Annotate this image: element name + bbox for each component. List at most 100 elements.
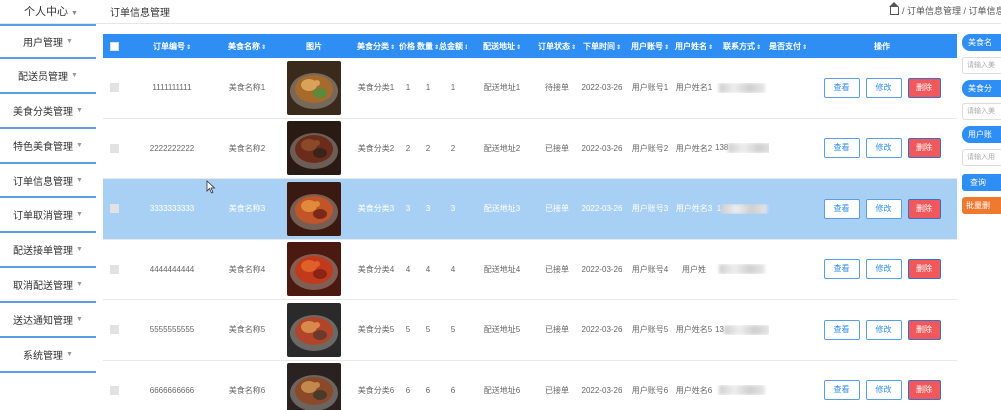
column-header[interactable]: 用户账号⇕	[627, 41, 673, 52]
row-checkbox[interactable]	[109, 143, 119, 153]
contact-phone: 13	[715, 324, 769, 335]
search-panel: 美食名 请输入美 美食分 请输入美 用户账 请输入用 查询 批量删	[962, 34, 1001, 410]
column-header[interactable]: 联系方式⇕	[715, 41, 769, 52]
food-image	[287, 121, 341, 176]
table-row[interactable]: 6666666666 美食名称6 美食分类6 6 6 6 配送地址6 已接单 2022-03-2…	[103, 360, 957, 410]
sidebar-item[interactable]: 特色美食管理 ▼	[0, 129, 96, 164]
sidebar-item[interactable]: 配送员管理 ▼	[0, 59, 96, 94]
column-header-label: 价格	[399, 41, 415, 51]
sort-icon[interactable]: ⇕	[390, 45, 395, 51]
delete-button[interactable]: 删除	[907, 198, 941, 219]
column-header[interactable]: 下单时间⇕	[577, 41, 627, 52]
table-row[interactable]: 1111111111 美食名称1 美食分类1 1 1 1 配送地址1 待接单 2022-03-2…	[103, 58, 957, 119]
view-button[interactable]: 查看	[823, 77, 860, 98]
row-checkbox[interactable]	[109, 325, 119, 335]
chevron-down-icon: ▼	[71, 71, 78, 79]
row-checkbox[interactable]	[109, 264, 119, 274]
sidebar-item[interactable]: 用户管理 ▼	[0, 24, 96, 59]
row-checkbox[interactable]	[109, 204, 119, 214]
sort-icon[interactable]: ⇕	[708, 45, 713, 51]
user-account-input[interactable]: 请输入用	[962, 149, 1001, 166]
batch-delete-button[interactable]: 批量删	[962, 197, 1001, 214]
column-header[interactable]: 订单状态⇕	[537, 41, 577, 52]
sidebar-item[interactable]: 配送接单管理 ▼	[0, 233, 96, 269]
edit-button[interactable]: 修改	[865, 380, 902, 401]
sidebar-item[interactable]: 订单取消管理 ▼	[0, 198, 96, 234]
edit-button[interactable]: 修改	[865, 259, 902, 280]
column-header[interactable]: 配送地址⇕	[467, 41, 537, 52]
total-amount: 1	[450, 83, 456, 93]
delete-button[interactable]: 删除	[907, 138, 941, 159]
sidebar-item[interactable]: 美食分类管理 ▼	[0, 94, 96, 129]
sort-icon[interactable]: ⇕	[186, 45, 191, 51]
table-row[interactable]: 2222222222 美食名称2 美食分类2 2 2 2 配送地址2 已接单 2022-03-2…	[103, 118, 957, 179]
select-all-checkbox[interactable]	[109, 41, 119, 51]
column-header[interactable]: 数量⇕	[417, 41, 439, 52]
sidebar-item-label: 系统管理	[23, 350, 64, 362]
food-image-cell	[275, 302, 353, 357]
sidebar-item[interactable]: 取消配送管理 ▼	[0, 268, 96, 304]
view-button[interactable]: 查看	[823, 380, 860, 401]
total-amount: 5	[450, 325, 456, 335]
delete-button[interactable]: 删除	[907, 259, 941, 280]
column-header[interactable]: 美食分类⇕	[353, 41, 399, 52]
sidebar-item-label: 送达通知管理	[13, 316, 74, 328]
user-account: 用户账号5	[631, 325, 669, 335]
column-header-label: 配送地址	[482, 41, 515, 51]
sort-icon[interactable]: ⇕	[756, 45, 761, 51]
user-center-menu[interactable]: 个人中心 ▼	[24, 3, 78, 19]
view-button[interactable]: 查看	[823, 319, 860, 340]
edit-button[interactable]: 修改	[865, 319, 902, 340]
table-row[interactable]: 5555555555 美食名称5 美食分类5 5 5 5 配送地址5 已接单 2022-03-2…	[103, 300, 957, 361]
column-header[interactable]: 美食名称⇕	[219, 41, 275, 52]
sidebar-item[interactable]: 订单信息管理 ▼	[0, 164, 96, 199]
contact-phone: 138	[715, 143, 769, 154]
row-checkbox[interactable]	[109, 83, 119, 93]
column-header[interactable]: 是否支付⇕	[769, 41, 807, 52]
sidebar-item[interactable]: 系统管理 ▼	[0, 338, 96, 373]
column-header-label: 用户姓名	[674, 41, 707, 51]
table-row[interactable]: 3333333333 美食名称3 美食分类3 3 3 3 配送地址3 已接单 2022-03-2…	[103, 179, 957, 240]
view-button[interactable]: 查看	[823, 198, 860, 219]
row-checkbox-cell	[103, 385, 125, 395]
chevron-down-icon: ▼	[76, 211, 83, 219]
delete-button[interactable]: 删除	[907, 380, 941, 401]
home-icon[interactable]	[889, 2, 899, 15]
row-checkbox[interactable]	[109, 385, 119, 395]
redacted-blur	[719, 264, 765, 275]
food-category-input[interactable]: 请输入美	[962, 103, 1001, 120]
view-button[interactable]: 查看	[823, 138, 860, 159]
food-name-input[interactable]: 请输入美	[962, 57, 1001, 74]
sort-icon[interactable]: ⇕	[261, 45, 266, 51]
sort-icon[interactable]: ⇕	[616, 45, 621, 51]
sidebar-item-label: 用户管理	[23, 37, 64, 49]
column-header[interactable]: 用户姓名⇕	[673, 41, 715, 52]
sidebar-item-label: 配送接单管理	[13, 246, 74, 258]
food-name: 美食名称2	[228, 143, 266, 153]
user-name: 用户姓名3	[675, 204, 713, 214]
delete-button[interactable]: 删除	[907, 319, 941, 340]
column-header-label: 图片	[306, 41, 322, 51]
search-button[interactable]: 查询	[962, 174, 1001, 191]
sort-icon[interactable]: ⇕	[571, 45, 576, 51]
order-table: 订单编号⇕美食名称⇕图片美食分类⇕价格⇕数量⇕总金额⇕配送地址⇕订单状态⇕下单时…	[103, 34, 957, 410]
row-actions: 查看 修改 删除	[807, 138, 957, 159]
sidebar-item[interactable]: 送达通知管理 ▼	[0, 303, 96, 339]
edit-button[interactable]: 修改	[865, 138, 902, 159]
food-category: 美食分类3	[357, 204, 395, 214]
delete-button[interactable]: 删除	[907, 77, 941, 98]
column-header[interactable]: 价格⇕	[399, 41, 417, 52]
order-status: 已接单	[545, 143, 569, 153]
food-image-cell	[275, 60, 353, 115]
view-button[interactable]: 查看	[823, 259, 860, 280]
edit-button[interactable]: 修改	[865, 198, 902, 219]
total-amount: 2	[450, 143, 456, 153]
table-row[interactable]: 4444444444 美食名称4 美食分类4 4 4 4 配送地址4 已接单 2022-03-2…	[103, 239, 957, 300]
sort-icon[interactable]: ⇕	[664, 45, 669, 51]
select-all-checkbox-cell	[103, 41, 125, 51]
column-header[interactable]: 总金额⇕	[439, 41, 467, 52]
sidebar-item-label: 订单取消管理	[13, 211, 74, 223]
column-header[interactable]: 订单编号⇕	[125, 41, 219, 52]
edit-button[interactable]: 修改	[865, 77, 902, 98]
sort-icon[interactable]: ⇕	[516, 45, 521, 51]
